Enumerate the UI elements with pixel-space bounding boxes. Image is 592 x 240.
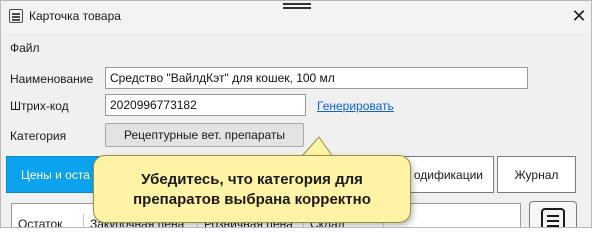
close-button[interactable]: ✕ xyxy=(569,7,589,27)
name-label: Наименование xyxy=(10,72,94,86)
name-input[interactable] xyxy=(105,67,528,89)
barcode-label: Штрих-код xyxy=(10,99,69,113)
document-list-icon xyxy=(541,208,565,227)
product-card-window: Карточка товара ✕ Файл Наименование Штри… xyxy=(0,0,592,228)
category-select-button[interactable]: Рецептурные вет. препараты xyxy=(105,123,304,147)
category-hint-tooltip: Убедитесь, что категория для препаратов … xyxy=(93,155,411,223)
app-window-icon xyxy=(9,9,23,23)
title-bar[interactable]: Карточка товара ✕ xyxy=(1,1,591,33)
category-label: Категория xyxy=(10,129,67,143)
generate-barcode-link[interactable]: Генерировать xyxy=(317,99,394,113)
document-list-button[interactable] xyxy=(529,201,577,227)
barcode-input[interactable] xyxy=(105,94,306,116)
tab-journal[interactable]: Журнал xyxy=(497,156,576,193)
menu-file[interactable]: Файл xyxy=(10,41,40,55)
drag-handle-icon[interactable] xyxy=(283,3,311,9)
tooltip-line-2: препаратов выбрана корректно xyxy=(133,191,371,208)
window-title: Карточка товара xyxy=(29,9,121,23)
column-header-stock[interactable]: Остаток xyxy=(12,214,84,227)
tooltip-line-1: Убедитесь, что категория для xyxy=(141,171,363,188)
